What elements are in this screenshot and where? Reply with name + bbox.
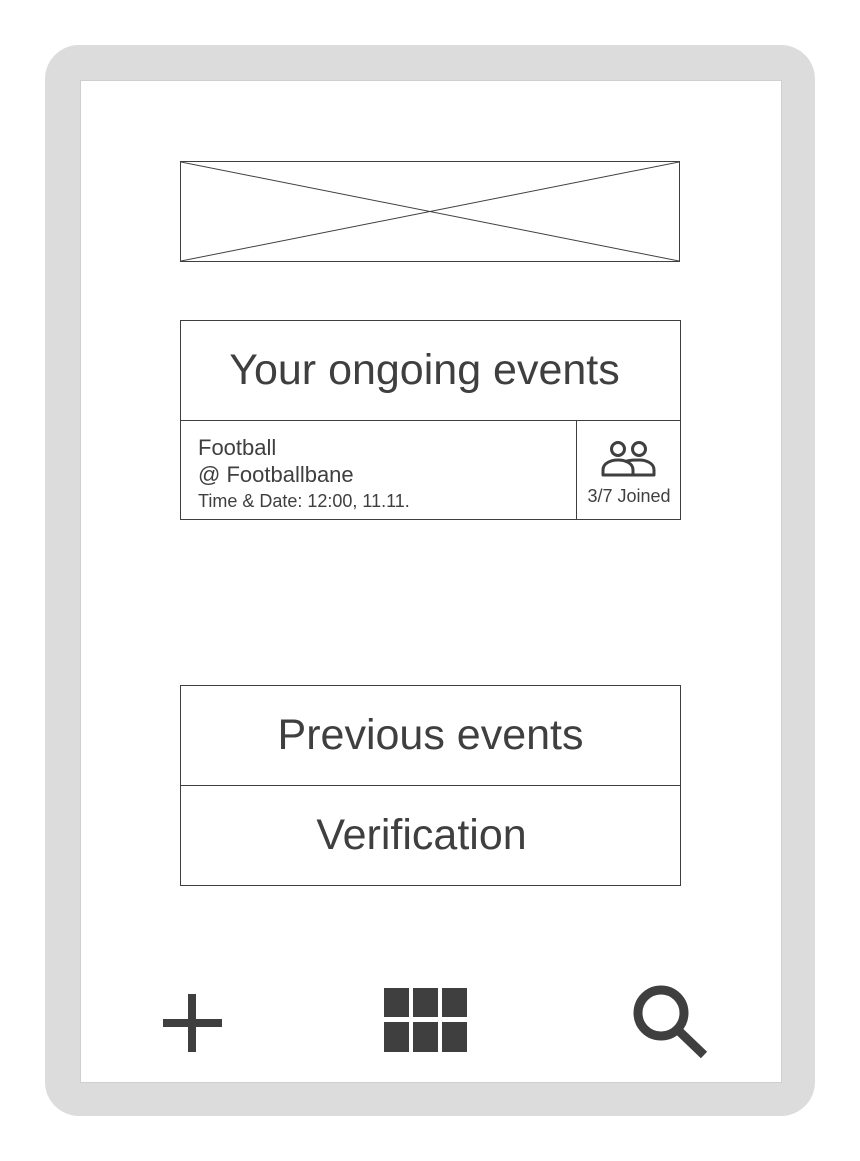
event-time: Time & Date: 12:00, 11.11. (198, 491, 410, 511)
people-icon (601, 441, 656, 477)
verification-button[interactable]: Verification (180, 785, 681, 886)
ongoing-events-title: Your ongoing events (180, 320, 681, 421)
ongoing-event-item[interactable]: Football @ Footballbane Time & Date: 12:… (180, 420, 681, 520)
grid-icon[interactable] (383, 986, 469, 1054)
image-placeholder-cross (181, 162, 679, 261)
event-name: Football (198, 435, 277, 460)
event-location: @ Footballbane (198, 462, 354, 487)
event-info: Football @ Footballbane Time & Date: 12:… (198, 434, 410, 514)
plus-icon[interactable] (160, 990, 226, 1056)
previous-events-button[interactable]: Previous events (180, 685, 681, 786)
search-icon[interactable] (630, 982, 710, 1062)
joined-count: 3/7 Joined (587, 486, 671, 506)
image-placeholder (180, 161, 680, 262)
